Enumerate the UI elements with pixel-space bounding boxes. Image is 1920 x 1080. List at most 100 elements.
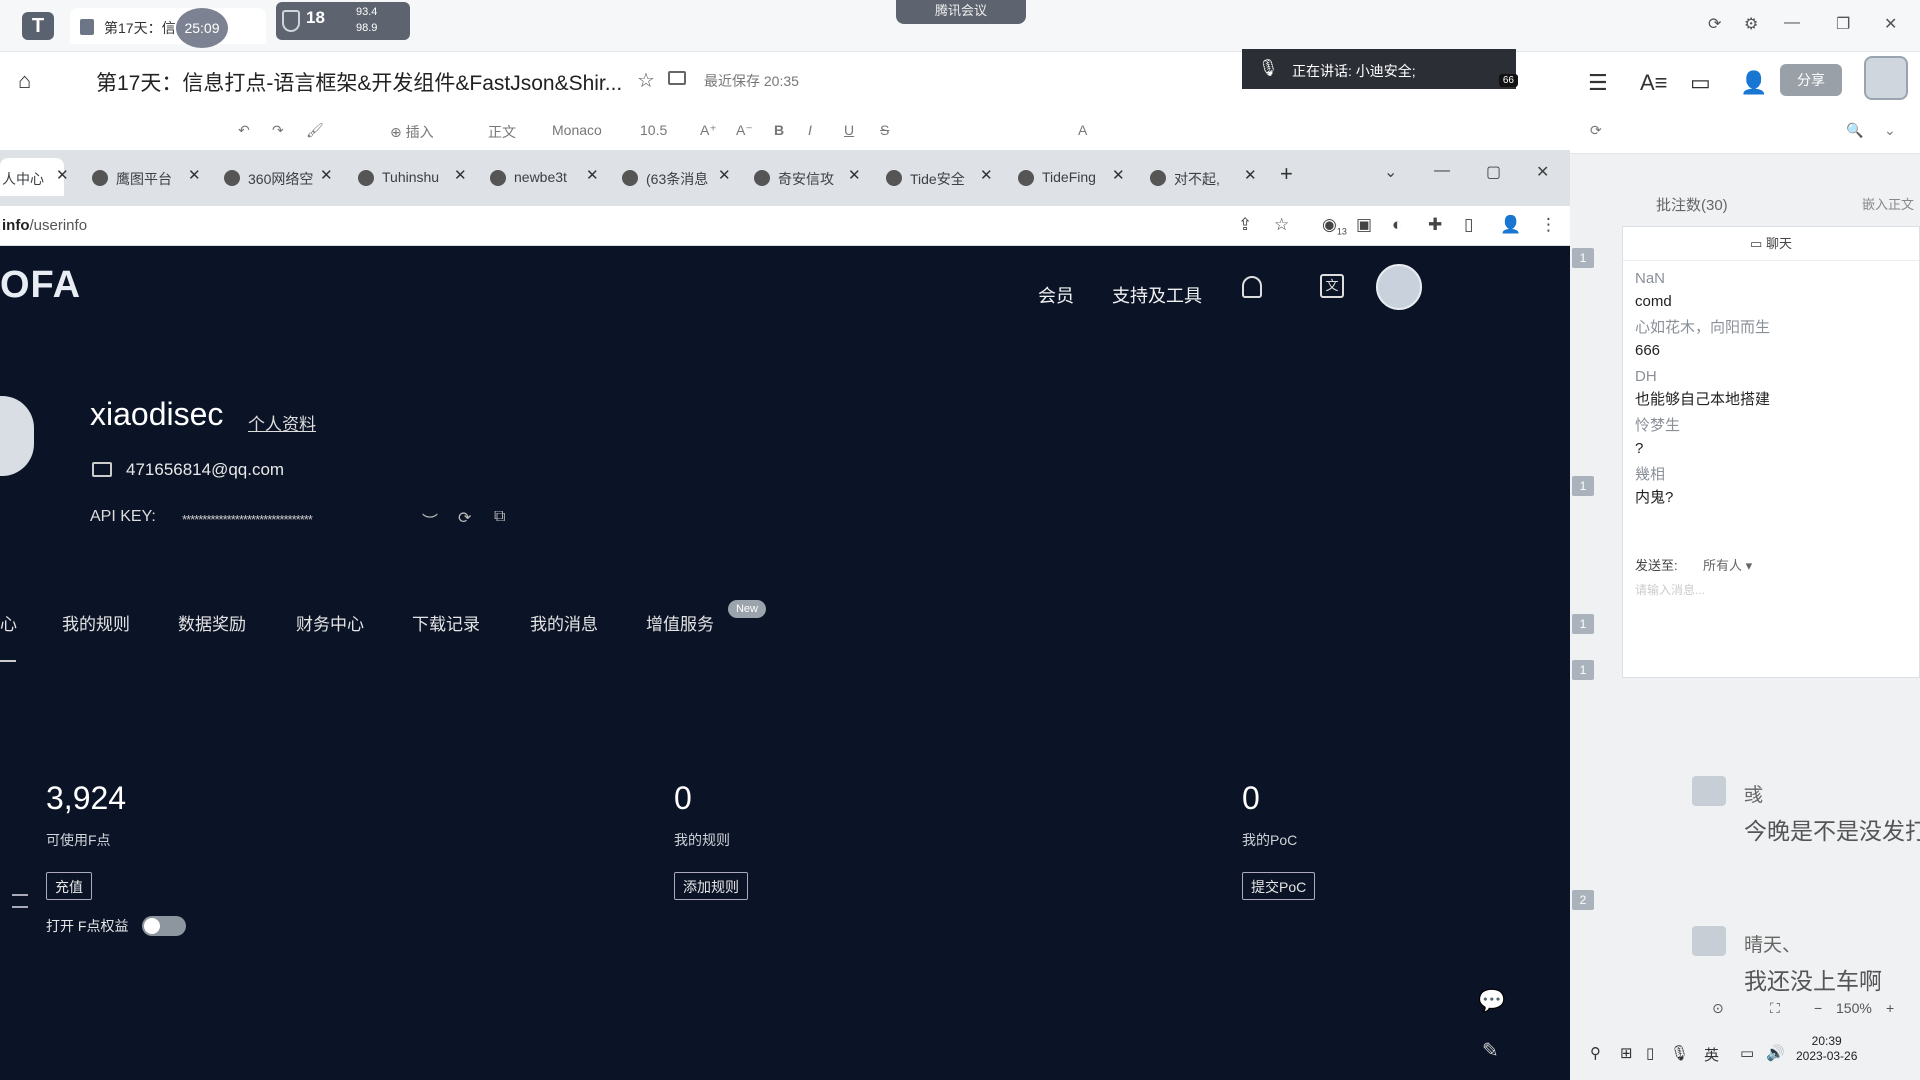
refresh-icon[interactable]: ⟳	[458, 508, 471, 528]
browser-tab[interactable]: (63条消息	[616, 158, 712, 196]
bold-icon[interactable]: B	[774, 122, 784, 138]
underline-icon[interactable]: U	[844, 122, 854, 138]
font-select[interactable]: Monaco	[552, 122, 602, 138]
increase-font-icon[interactable]: A⁺	[700, 122, 717, 139]
redo-icon[interactable]: ↷	[272, 122, 284, 139]
extension-icon[interactable]: ▣	[1356, 215, 1372, 235]
sync-icon[interactable]: ⟳	[1590, 122, 1602, 139]
italic-icon[interactable]: I	[808, 122, 812, 138]
chevron-down-icon[interactable]: ⌄	[1384, 162, 1397, 182]
volume-icon[interactable]: 🔊	[1766, 1044, 1785, 1062]
translate-icon[interactable]: 文	[1320, 274, 1344, 298]
tab-close-icon[interactable]: ✕	[848, 166, 861, 184]
tab-close-icon[interactable]: ✕	[586, 166, 599, 184]
extension-icon[interactable]: ◉13	[1322, 215, 1347, 236]
home-icon[interactable]: ⌂	[18, 68, 31, 94]
tab-downloads[interactable]: 下载记录	[412, 610, 480, 635]
tab-close-icon[interactable]: ✕	[188, 166, 201, 184]
chevron-down-icon[interactable]: ⌄	[1884, 122, 1896, 139]
bookmark-star-icon[interactable]: ☆	[1274, 215, 1289, 235]
comment-marker[interactable]: 2	[1572, 890, 1594, 910]
submit-poc-button[interactable]: 提交PoC	[1242, 872, 1316, 900]
search-icon[interactable]: 🔍	[1846, 122, 1863, 139]
browser-tab[interactable]: 人中心	[0, 158, 64, 196]
copy-icon[interactable]: ⧉	[494, 508, 505, 526]
share-icon[interactable]: ⇪	[1238, 215, 1252, 235]
minimize-icon[interactable]: —	[1784, 14, 1800, 32]
comment-marker[interactable]: 1	[1572, 248, 1594, 268]
browser-tab[interactable]: 对不起,	[1144, 158, 1240, 196]
strikethrough-icon[interactable]: S	[880, 122, 889, 138]
extension-icon[interactable]: ◐	[1392, 215, 1402, 235]
eye-closed-icon[interactable]: ︶	[422, 508, 438, 532]
tab-close-icon[interactable]: ✕	[718, 166, 731, 184]
more-icon[interactable]: ⋮	[1540, 215, 1557, 235]
minimize-icon[interactable]: —	[1434, 162, 1450, 180]
tab-close-icon[interactable]: ✕	[56, 166, 69, 184]
browser-tab[interactable]: newbe3t	[484, 158, 580, 196]
zoom-out-icon[interactable]: −	[1814, 1000, 1822, 1016]
edit-icon[interactable]: ✎	[1482, 1038, 1499, 1063]
style-select[interactable]: 正文	[488, 122, 516, 142]
insert-into-text[interactable]: 嵌入正文	[1862, 194, 1914, 213]
chat-bubble-icon[interactable]: 💬	[1478, 988, 1505, 1014]
font-color-icon[interactable]: A	[1078, 122, 1087, 138]
browser-tab[interactable]: Tide安全	[880, 158, 976, 196]
add-rule-button[interactable]: 添加规则	[674, 872, 748, 900]
mic-icon[interactable]: 🎙	[1670, 1044, 1689, 1062]
doc-tab[interactable]: 第17天：信...语言...	[70, 8, 266, 44]
menu-icon[interactable]	[12, 894, 28, 908]
url-text[interactable]: info/userinfo	[2, 217, 87, 234]
maximize-icon[interactable]: ▢	[1486, 162, 1501, 182]
fullscreen-icon[interactable]: ⛶	[1770, 1000, 1780, 1017]
star-icon[interactable]: ☆	[637, 68, 655, 93]
sidebar-icon[interactable]: ▯	[1464, 215, 1473, 235]
restore-icon[interactable]: ❐	[1836, 14, 1850, 34]
tab-close-icon[interactable]: ✕	[1112, 166, 1125, 184]
share-button[interactable]: 分享	[1780, 64, 1842, 96]
system-clock[interactable]: 20:39 2023-03-26	[1796, 1034, 1857, 1064]
network-icon[interactable]: ⚲	[1590, 1044, 1601, 1062]
collaborators-icon[interactable]: 👤	[1740, 70, 1767, 96]
comments-title[interactable]: 批注数(30)	[1656, 194, 1728, 215]
browser-tab[interactable]: 360网络空	[218, 158, 314, 196]
profile-link[interactable]: 个人资料	[248, 410, 316, 435]
avatar[interactable]	[1376, 264, 1422, 310]
avatar[interactable]	[1864, 56, 1908, 100]
tab-data-rewards[interactable]: 数据奖励	[178, 610, 246, 635]
app-logo[interactable]: T	[22, 12, 54, 40]
nav-tools[interactable]: 支持及工具	[1112, 282, 1202, 308]
play-icon[interactable]: ⊙	[1712, 1000, 1724, 1017]
address-bar[interactable]: info/userinfo ⇪ ☆ ◉13 ▣ ◐ ✚ ▯ 👤 ⋮	[0, 206, 1570, 246]
format-painter-icon[interactable]: 🖌	[306, 122, 324, 139]
decrease-font-icon[interactable]: A⁻	[736, 122, 753, 139]
tab-close-icon[interactable]: ✕	[1244, 166, 1257, 184]
font-size-icon[interactable]: A≡	[1640, 70, 1668, 96]
menu-icon[interactable]: ☰	[1588, 70, 1608, 96]
tab-user-center[interactable]: 心	[0, 610, 17, 635]
comment-marker[interactable]: 1	[1572, 660, 1594, 680]
fofa-logo[interactable]: OFA	[0, 264, 81, 307]
browser-tab[interactable]: 奇安信攻	[748, 158, 844, 196]
close-icon[interactable]: ✕	[1884, 14, 1897, 34]
fpoint-toggle[interactable]	[142, 916, 186, 936]
tab-my-rules[interactable]: 我的规则	[62, 610, 130, 635]
tab-value-added[interactable]: 增值服务	[646, 610, 714, 635]
tab-finance[interactable]: 财务中心	[296, 610, 364, 635]
display-icon[interactable]: ▭	[1740, 1044, 1754, 1062]
windows-icon[interactable]: ⊞	[1620, 1044, 1633, 1062]
tab-close-icon[interactable]: ✕	[320, 166, 333, 184]
folder-icon[interactable]	[668, 71, 686, 85]
chat-input[interactable]: 请输入消息...	[1635, 581, 1705, 598]
tab-close-icon[interactable]: ✕	[454, 166, 467, 184]
comment-marker[interactable]: 1	[1572, 476, 1594, 496]
zoom-in-icon[interactable]: +	[1886, 1000, 1894, 1016]
browser-tab[interactable]: 鹰图平台	[86, 158, 180, 196]
nav-member[interactable]: 会员	[1038, 282, 1074, 308]
battery-icon[interactable]: ▯	[1646, 1044, 1654, 1062]
recharge-button[interactable]: 充值	[46, 872, 92, 900]
send-to-select[interactable]: 所有人 ▾	[1703, 555, 1752, 574]
browser-tab[interactable]: TideFing	[1012, 158, 1108, 196]
browser-tab[interactable]: Tuhinshu	[352, 158, 448, 196]
bell-icon[interactable]	[1242, 276, 1262, 298]
